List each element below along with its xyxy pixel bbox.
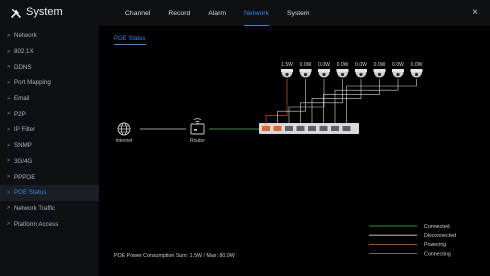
sidebar-item-label: P2P (14, 110, 26, 118)
chevron-right-icon: > (7, 221, 11, 228)
sidebar-title: System (26, 6, 63, 18)
top-menu-bar: Channel Record Alarm Network System × (99, 0, 490, 26)
sidebar-item-label: Email (14, 95, 30, 103)
camera-links (265, 79, 417, 126)
sidebar-item-ip-filter[interactable]: > IP Filter (0, 122, 99, 138)
switch-port (308, 126, 316, 131)
sidebar-item-label: Platform Access (14, 220, 59, 228)
router-label: Router (190, 138, 205, 144)
poe-power-summary: POE Power Consumption Sum: 1.5W / Max: 8… (114, 253, 235, 259)
sidebar-item-ddns[interactable]: > DDNS (0, 59, 99, 75)
sidebar-item-pppoe[interactable]: > PPPOE (0, 169, 99, 185)
chevron-right-icon: > (7, 32, 11, 39)
sidebar-item-label: 3G/4G (14, 157, 33, 165)
sidebar-item-email[interactable]: > Email (0, 91, 99, 107)
sidebar-item-label: Port Mapping (14, 79, 51, 87)
chevron-right-icon: > (7, 95, 11, 102)
sidebar-item-label: POE Status (14, 189, 47, 197)
tab-record[interactable]: Record (168, 0, 190, 26)
switch-port (285, 126, 293, 131)
tools-icon (11, 8, 21, 18)
router-icon (190, 118, 205, 135)
switch-port (296, 126, 305, 131)
camera-power-label: 0.0W (411, 62, 423, 68)
chevron-right-icon: > (7, 142, 11, 149)
sidebar-item-p2p[interactable]: > P2P (0, 106, 99, 122)
camera-power-label: 0.0W (337, 62, 349, 68)
dome-camera-icon (355, 69, 367, 78)
camera-power-label: 0.0W (300, 62, 312, 68)
legend-label: Connected (424, 224, 450, 230)
switch-port (342, 126, 351, 131)
camera-group: 1.5W 0.0W 0.0W 0.0W 0.0W 0.0W 0.0W 0.0W (281, 62, 423, 78)
sidebar-item-label: PPPOE (14, 173, 36, 181)
chevron-right-icon: > (7, 158, 11, 165)
dome-camera-icon (410, 69, 423, 78)
sidebar-item-label: SNMP (14, 142, 32, 150)
sidebar-item-label: DDNS (14, 63, 32, 71)
dome-camera-icon (318, 69, 330, 78)
sidebar-nav: > Network >802.1X > DDNS > Port Mapping > Email >… (0, 28, 99, 232)
camera-power-label: 0.0W (374, 62, 386, 68)
chevron-right-icon: > (7, 111, 11, 118)
camera-link (265, 79, 288, 126)
switch-port (273, 126, 282, 131)
sidebar-item-3g-4g[interactable]: >3G/4G (0, 154, 99, 170)
top-tabs: Channel Record Alarm Network System (125, 0, 328, 26)
camera-link (346, 79, 417, 126)
close-icon[interactable]: × (472, 7, 478, 18)
camera-link (300, 79, 343, 126)
chevron-right-icon: > (7, 189, 11, 196)
camera-power-label: 0.0W (355, 62, 367, 68)
sidebar-item-network-traffic[interactable]: > Network Traffic (0, 201, 99, 217)
sidebar-item-label: IP Filter (14, 126, 36, 134)
camera-power-label: 1.5W (281, 62, 293, 68)
legend-label: Disconnected (424, 233, 456, 239)
legend: Connected Disconnected Powering Connecting (369, 224, 456, 257)
switch-port (319, 126, 328, 131)
chevron-right-icon: > (7, 64, 11, 71)
sidebar-item-port-mapping[interactable]: > Port Mapping (0, 75, 99, 91)
dome-camera-icon (373, 69, 386, 78)
internet-label: Internet (116, 138, 134, 144)
sidebar: System > Network >802.1X > DDNS > Port Mapping… (0, 0, 99, 276)
chevron-right-icon: > (7, 79, 11, 86)
legend-label: Powering (424, 242, 446, 248)
sidebar-item-label: Network Traffic (14, 204, 56, 212)
sidebar-header: System (0, 0, 99, 26)
tab-channel[interactable]: Channel (125, 0, 150, 26)
chevron-right-icon: > (7, 48, 11, 55)
dome-camera-icon (281, 69, 293, 78)
dome-camera-icon (336, 69, 349, 78)
dome-camera-icon (392, 69, 404, 78)
legend-label: Connecting (424, 251, 451, 257)
camera-power-label: 0.0W (318, 62, 330, 68)
sidebar-item-label: Network (14, 32, 37, 40)
sidebar-item-802-1x[interactable]: >802.1X (0, 44, 99, 60)
sidebar-item-label: 802.1X (14, 48, 34, 56)
switch-port (331, 126, 339, 131)
sidebar-item-platform-access[interactable]: > Platform Access (0, 216, 99, 232)
chevron-right-icon: > (7, 174, 11, 181)
internet-icon (117, 122, 131, 136)
tab-system[interactable]: System (287, 0, 310, 26)
sidebar-item-snmp[interactable]: > SNMP (0, 138, 99, 154)
tab-alarm[interactable]: Alarm (208, 0, 226, 26)
poe-topology-diagram: Internet Router 1.5W 0.0W 0.0W 0.0W 0.0W 0.0W… (116, 62, 457, 257)
window: System > Network >802.1X > DDNS > Port Mapping… (0, 0, 490, 276)
sidebar-item-network[interactable]: > Network (0, 28, 99, 44)
switch-port (262, 126, 270, 131)
poe-status-panel: POE Status Internet Router 1.5W 0.0W 0.0… (99, 26, 490, 276)
camera-power-label: 0.0W (392, 62, 404, 68)
tab-network[interactable]: Network (244, 0, 269, 26)
sidebar-item-poe-status[interactable]: > POE Status (0, 184, 99, 201)
chevron-right-icon: > (7, 205, 11, 212)
chevron-right-icon: > (7, 126, 11, 133)
dome-camera-icon (299, 69, 312, 78)
